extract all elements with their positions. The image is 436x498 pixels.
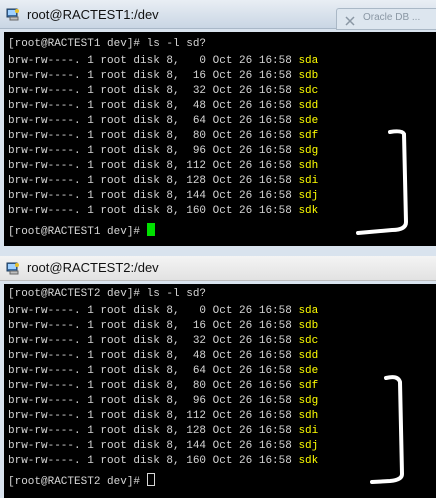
device-name: sdc	[298, 335, 319, 347]
command-text: ls -l sd?	[146, 38, 207, 50]
listing-text: brw-rw----. 1 root disk 8, 144 Oct 26 16…	[8, 190, 299, 202]
device-name: sda	[298, 55, 319, 67]
listing-text: brw-rw----. 1 root disk 8, 16 Oct 26 16:…	[8, 70, 299, 82]
listing-text: brw-rw----. 1 root disk 8, 128 Oct 26 16…	[8, 175, 299, 187]
device-name: sdh	[298, 410, 319, 422]
listing-text: brw-rw----. 1 root disk 8, 144 Oct 26 16…	[8, 440, 299, 452]
device-name: sdb	[298, 320, 319, 332]
close-icon[interactable]	[345, 13, 355, 26]
device-name: sdd	[298, 350, 319, 362]
shell-prompt: [root@RACTEST2 dev]#	[8, 288, 147, 300]
listing-row: brw-rw----. 1 root disk 8, 160 Oct 26 16…	[8, 203, 318, 220]
device-name: sdc	[298, 85, 319, 97]
device-name: sdd	[298, 100, 319, 112]
shell-prompt: [root@RACTEST2 dev]#	[8, 476, 147, 488]
prompt-line[interactable]: [root@RACTEST1 dev]#	[8, 223, 155, 240]
command-line: [root@RACTEST2 dev]# ls -l sd?	[8, 286, 206, 303]
cursor	[146, 223, 155, 236]
window-title: root@RACTEST2:/dev	[27, 260, 159, 275]
device-name: sdf	[298, 130, 319, 142]
shell-prompt: [root@RACTEST1 dev]#	[8, 226, 147, 238]
listing-text: brw-rw----. 1 root disk 8, 0 Oct 26 16:5…	[8, 55, 299, 67]
listing-row: brw-rw----. 1 root disk 8, 160 Oct 26 16…	[8, 453, 318, 470]
listing-text: brw-rw----. 1 root disk 8, 0 Oct 26 16:5…	[8, 305, 299, 317]
device-name: sdj	[298, 440, 319, 452]
listing-text: brw-rw----. 1 root disk 8, 96 Oct 26 16:…	[8, 145, 299, 157]
listing-text: brw-rw----. 1 root disk 8, 32 Oct 26 16:…	[8, 85, 299, 97]
listing-text: brw-rw----. 1 root disk 8, 96 Oct 26 16:…	[8, 395, 299, 407]
device-name: sdk	[298, 455, 319, 467]
listing-text: brw-rw----. 1 root disk 8, 64 Oct 26 16:…	[8, 365, 299, 377]
device-name: sdg	[298, 145, 319, 157]
terminal-output[interactable]: [root@RACTEST2 dev]# ls -l sd? brw-rw---…	[4, 284, 436, 498]
listing-text: brw-rw----. 1 root disk 8, 16 Oct 26 16:…	[8, 320, 299, 332]
listing-text: brw-rw----. 1 root disk 8, 128 Oct 26 16…	[8, 425, 299, 437]
background-tab[interactable]: Oracle DB ...	[336, 8, 436, 30]
device-name: sde	[298, 365, 319, 377]
terminal-output[interactable]: [root@RACTEST1 dev]# ls -l sd? brw-rw---…	[4, 32, 436, 246]
terminal-app-icon[interactable]	[6, 261, 20, 275]
listing-text: brw-rw----. 1 root disk 8, 160 Oct 26 16…	[8, 205, 299, 217]
listing-text: brw-rw----. 1 root disk 8, 112 Oct 26 16…	[8, 410, 299, 422]
terminal-window-ractest1[interactable]: root@RACTEST1:/dev Oracle DB ... [root@R…	[0, 0, 436, 246]
device-name: sdj	[298, 190, 319, 202]
device-name: sdi	[298, 425, 319, 437]
device-name: sda	[298, 305, 319, 317]
listing-text: brw-rw----. 1 root disk 8, 160 Oct 26 16…	[8, 455, 299, 467]
terminal-app-icon[interactable]	[6, 7, 20, 21]
device-name: sdi	[298, 175, 319, 187]
annotation-bracket	[370, 375, 405, 484]
command-line: [root@RACTEST1 dev]# ls -l sd?	[8, 36, 206, 53]
device-name: sdk	[298, 205, 319, 217]
title-bar[interactable]: root@RACTEST2:/dev	[0, 256, 436, 281]
window-title: root@RACTEST1:/dev	[27, 7, 159, 22]
device-name: sdf	[298, 380, 319, 392]
listing-text: brw-rw----. 1 root disk 8, 112 Oct 26 16…	[8, 160, 299, 172]
device-name: sdh	[298, 160, 319, 172]
terminal-window-ractest2[interactable]: root@RACTEST2:/dev [root@RACTEST2 dev]# …	[0, 256, 436, 498]
listing-text: brw-rw----. 1 root disk 8, 48 Oct 26 16:…	[8, 100, 299, 112]
listing-text: brw-rw----. 1 root disk 8, 80 Oct 26 16:…	[8, 130, 299, 142]
device-name: sde	[298, 115, 319, 127]
command-text: ls -l sd?	[146, 288, 207, 300]
listing-text: brw-rw----. 1 root disk 8, 32 Oct 26 16:…	[8, 335, 299, 347]
tab-label: Oracle DB ...	[363, 12, 421, 23]
cursor	[146, 473, 155, 486]
annotation-bracket	[356, 129, 409, 235]
prompt-line[interactable]: [root@RACTEST2 dev]#	[8, 473, 155, 490]
listing-text: brw-rw----. 1 root disk 8, 48 Oct 26 16:…	[8, 350, 299, 362]
device-name: sdb	[298, 70, 319, 82]
window-gap	[0, 246, 436, 256]
listing-text: brw-rw----. 1 root disk 8, 80 Oct 26 16:…	[8, 380, 299, 392]
shell-prompt: [root@RACTEST1 dev]#	[8, 38, 147, 50]
title-bar[interactable]: root@RACTEST1:/dev Oracle DB ...	[0, 0, 436, 30]
device-name: sdg	[298, 395, 319, 407]
listing-text: brw-rw----. 1 root disk 8, 64 Oct 26 16:…	[8, 115, 299, 127]
